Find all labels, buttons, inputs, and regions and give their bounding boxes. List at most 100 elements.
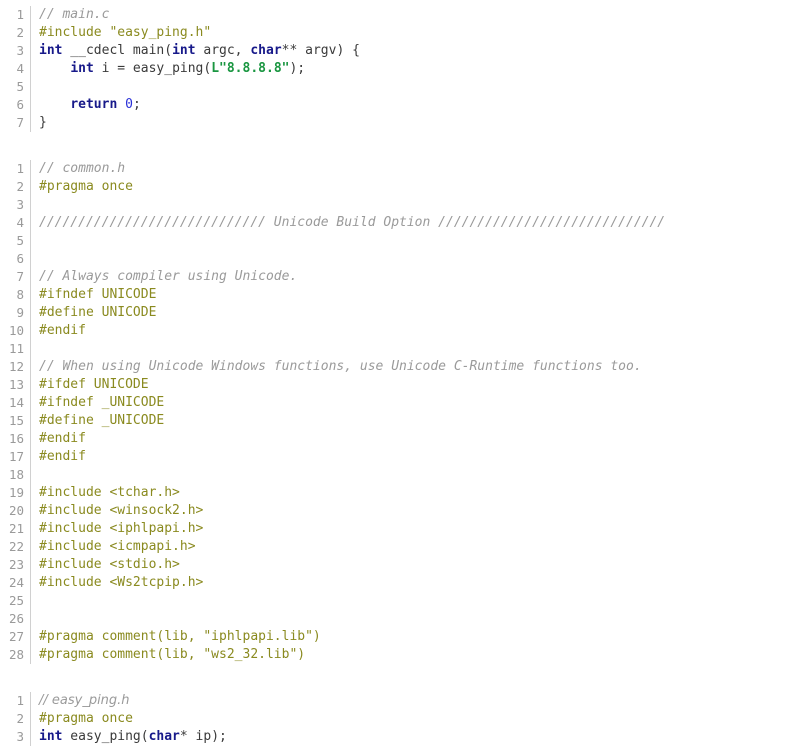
code-line-text[interactable]: #include <winsock2.h> xyxy=(31,502,203,520)
line-number: 15 xyxy=(8,413,24,428)
token-preproc: #define _UNICODE xyxy=(39,413,165,428)
code-line-text[interactable] xyxy=(31,466,47,484)
code-line-row: 5 xyxy=(0,232,811,250)
line-number: 26 xyxy=(8,611,24,626)
code-line-text[interactable] xyxy=(31,340,47,358)
code-line-row: 4 ///////////////////////////// Unicode B… xyxy=(0,214,811,232)
code-line-text[interactable] xyxy=(31,610,47,628)
code-line-text[interactable]: return 0; xyxy=(31,96,140,114)
code-line-row: 1 // easy_ping.h xyxy=(0,692,811,710)
line-number: 12 xyxy=(8,359,24,374)
code-line-text[interactable]: #pragma comment(lib, "ws2_32.lib") xyxy=(31,646,305,664)
code-line-text[interactable]: // common.h xyxy=(31,160,125,178)
line-number: 28 xyxy=(8,647,24,662)
code-line-row: 20 #include <winsock2.h> xyxy=(0,502,811,520)
code-line-text[interactable]: #pragma once xyxy=(31,710,133,728)
token-keyword: int xyxy=(39,43,63,58)
line-number: 20 xyxy=(8,503,24,518)
code-line-text[interactable]: // Always compiler using Unicode. xyxy=(31,268,297,286)
code-line-text[interactable]: int easy_ping(char* ip); xyxy=(31,728,227,746)
code-line-text[interactable]: #ifndef _UNICODE xyxy=(31,394,164,412)
line-number: 13 xyxy=(8,377,24,392)
code-line-text[interactable]: #endif xyxy=(31,430,86,448)
token-number: 0 xyxy=(125,97,133,112)
line-number: 5 xyxy=(16,233,24,248)
code-line-text[interactable]: // When using Unicode Windows functions,… xyxy=(31,358,642,376)
line-number: 25 xyxy=(8,593,24,608)
code-line-text[interactable] xyxy=(31,196,47,214)
code-line-row: 13 #ifdef UNICODE xyxy=(0,376,811,394)
code-line-text[interactable]: #pragma comment(lib, "iphlpapi.lib") xyxy=(31,628,321,646)
code-line-row: 21 #include <iphlpapi.h> xyxy=(0,520,811,538)
code-line-text[interactable]: #define UNICODE xyxy=(31,304,156,322)
token-preproc: #define UNICODE xyxy=(39,305,157,320)
code-line-row: 18 xyxy=(0,466,811,484)
token-keyword: char xyxy=(250,43,282,58)
code-line-text[interactable]: #include <iphlpapi.h> xyxy=(31,520,203,538)
line-number: 22 xyxy=(8,539,24,554)
code-line-text[interactable]: #define _UNICODE xyxy=(31,412,164,430)
line-number: 4 xyxy=(16,61,24,76)
code-line-text[interactable]: int __cdecl main(int argc, char** argv) … xyxy=(31,42,360,60)
token-preproc: #endif xyxy=(39,323,86,338)
code-line-text[interactable] xyxy=(31,250,47,268)
token-preproc: #pragma once xyxy=(39,179,133,194)
code-line-row: 6 return 0; xyxy=(0,96,811,114)
code-line-text[interactable]: #include <stdio.h> xyxy=(31,556,180,574)
code-line-text[interactable]: #include "easy_ping.h" xyxy=(31,24,211,42)
token-keyword: char xyxy=(148,729,180,744)
token-preproc: #include <stdio.h> xyxy=(39,557,180,572)
code-line-text[interactable]: #include <icmpapi.h> xyxy=(31,538,196,556)
code-line-row: 1 // main.c xyxy=(0,6,811,24)
code-line-text[interactable]: // easy_ping.h xyxy=(31,692,130,710)
line-number: 1 xyxy=(16,693,24,708)
token-preproc: #include <Ws2tcpip.h> xyxy=(39,575,204,590)
token-plain: * ip); xyxy=(179,729,227,744)
code-line-row: 2 #pragma once xyxy=(0,710,811,728)
code-line-text[interactable] xyxy=(31,592,47,610)
token-plain: } xyxy=(39,115,47,130)
token-comment: // Always compiler using Unicode. xyxy=(39,269,298,284)
code-line-row: 12 // When using Unicode Windows function… xyxy=(0,358,811,376)
line-number: 2 xyxy=(16,25,24,40)
code-line-text[interactable]: // main.c xyxy=(31,6,109,24)
code-line-text[interactable]: #pragma once xyxy=(31,178,133,196)
code-line-row: 3 int easy_ping(char* ip); xyxy=(0,728,811,746)
line-number: 19 xyxy=(8,485,24,500)
code-line-text[interactable]: #include <Ws2tcpip.h> xyxy=(31,574,203,592)
code-line-row: 22 #include <icmpapi.h> xyxy=(0,538,811,556)
token-preproc: #pragma comment(lib, "ws2_32.lib") xyxy=(39,647,306,662)
line-number: 4 xyxy=(16,215,24,230)
code-block: 1 // easy_ping.h 2 #pragma once 3 int easy_pi… xyxy=(0,692,811,746)
line-number: 2 xyxy=(16,179,24,194)
code-line-row: 5 xyxy=(0,78,811,96)
code-line-text[interactable]: #ifdef UNICODE xyxy=(31,376,149,394)
code-block: 1 // main.c 2 #include "easy_ping.h" 3 int __… xyxy=(0,6,811,132)
code-line-text[interactable] xyxy=(31,78,47,96)
token-preproc: #endif xyxy=(39,449,86,464)
code-line-text[interactable]: #endif xyxy=(31,448,86,466)
token-plain: ** argv) { xyxy=(281,43,360,58)
code-line-row: 11 xyxy=(0,340,811,358)
token-keyword: int xyxy=(70,61,94,76)
code-line-text[interactable]: int i = easy_ping(L"8.8.8.8"); xyxy=(31,60,305,78)
code-line-text[interactable] xyxy=(31,232,47,250)
line-number: 27 xyxy=(8,629,24,644)
code-line-row: 7 // Always compiler using Unicode. xyxy=(0,268,811,286)
code-line-row: 16 #endif xyxy=(0,430,811,448)
token-preproc: #include <icmpapi.h> xyxy=(39,539,196,554)
code-line-text[interactable]: } xyxy=(31,114,47,132)
line-number: 5 xyxy=(16,79,24,94)
token-string: L"8.8.8.8" xyxy=(211,61,290,76)
token-comment: ///////////////////////////// Unicode Bu… xyxy=(39,215,666,230)
code-line-text[interactable]: #include <tchar.h> xyxy=(31,484,180,502)
token-preproc: #ifndef UNICODE xyxy=(39,287,157,302)
token-plain: argc, xyxy=(195,43,251,58)
code-line-text[interactable]: #endif xyxy=(31,322,86,340)
line-number: 24 xyxy=(8,575,24,590)
token-preproc: #include <tchar.h> xyxy=(39,485,180,500)
line-number: 3 xyxy=(16,197,24,212)
code-line-text[interactable]: #ifndef UNICODE xyxy=(31,286,156,304)
code-line-text[interactable]: ///////////////////////////// Unicode Bu… xyxy=(31,214,665,232)
code-line-row: 1 // common.h xyxy=(0,160,811,178)
